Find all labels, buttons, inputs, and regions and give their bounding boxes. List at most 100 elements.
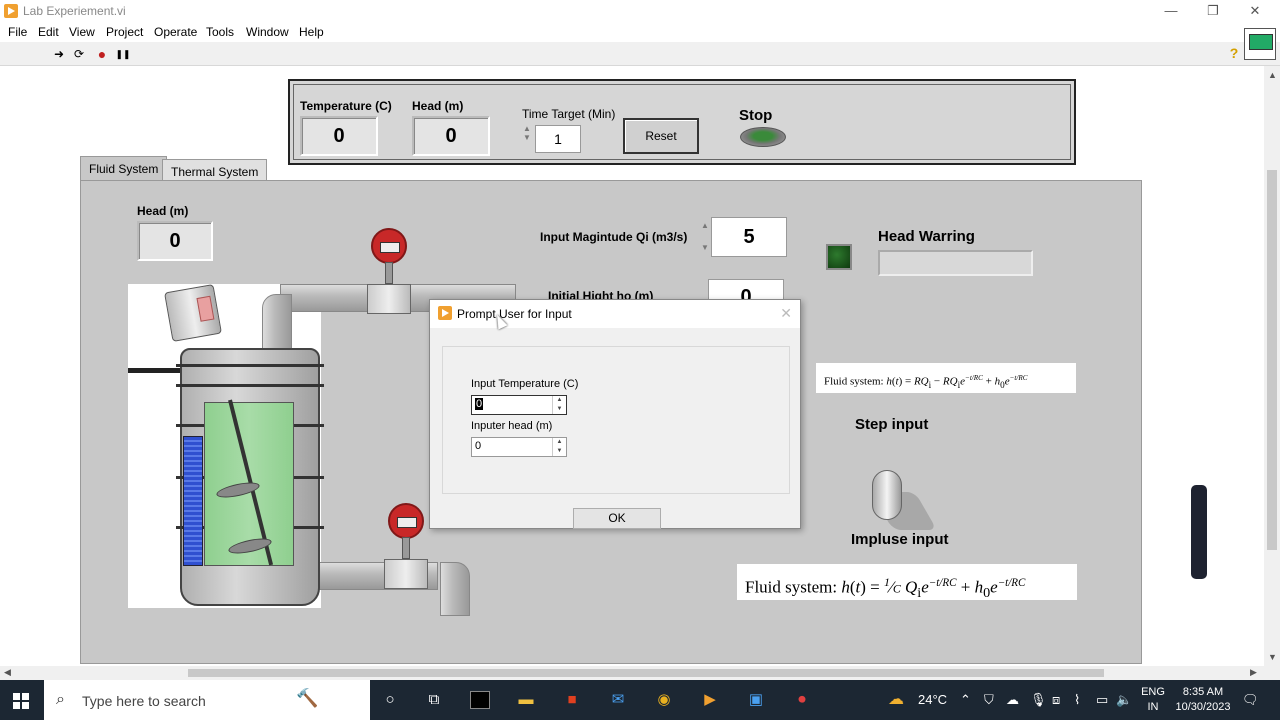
- tab-fluid-system[interactable]: Fluid System: [80, 156, 168, 180]
- search-placeholder: Type here to search: [82, 693, 206, 709]
- labview-taskbar-icon[interactable]: ▶: [700, 691, 720, 709]
- file-explorer-icon[interactable]: ▬: [516, 691, 536, 709]
- outlook-icon[interactable]: ✉: [608, 691, 628, 709]
- scroll-down-icon[interactable]: ▼: [1268, 652, 1277, 662]
- office-icon[interactable]: ■: [562, 691, 582, 709]
- notification-icon[interactable]: 🗨: [1242, 692, 1259, 708]
- labview-app-icon: [4, 4, 18, 18]
- vi-icon: [1244, 28, 1276, 60]
- tab-thermal-system[interactable]: Thermal System: [162, 159, 268, 180]
- vertical-slider[interactable]: [1191, 485, 1207, 579]
- vertical-scroll-thumb[interactable]: [1267, 170, 1277, 550]
- tank-level-gauge: [183, 436, 203, 566]
- close-button[interactable]: ✕: [1240, 2, 1270, 20]
- dialog-title: Prompt User for Input: [457, 307, 572, 321]
- taskbar-clock[interactable]: 8:35 AM 10/30/2023: [1168, 685, 1238, 715]
- head-warning-led: [826, 244, 852, 270]
- abort-execution-icon[interactable]: ●: [94, 46, 110, 62]
- time-target-spinner[interactable]: ▲ ▼: [522, 124, 532, 142]
- title-bar: Lab Experiement.vi — ❐ ✕: [0, 0, 1280, 22]
- inlet-elbow: [262, 294, 292, 350]
- outlet-elbow: [440, 562, 470, 616]
- scroll-up-icon[interactable]: ▲: [1268, 70, 1277, 80]
- menu-window[interactable]: Window: [246, 25, 289, 39]
- wifi-icon[interactable]: ⌇: [1074, 692, 1080, 708]
- toolbar: ➜ ⟳ ● ❚❚: [0, 42, 1280, 66]
- impulse-input-label: Impluse input: [851, 531, 949, 548]
- speaker-icon[interactable]: 🔈: [1116, 692, 1132, 708]
- terminal-icon[interactable]: [470, 691, 490, 709]
- time-target-label: Time Target (Min): [522, 107, 616, 121]
- input-temperature-field[interactable]: 0 ▲ ▼: [471, 395, 567, 415]
- input-magnitude-spinner[interactable]: ▲ ▼: [700, 215, 710, 259]
- inputer-head-field[interactable]: 0 ▲ ▼: [471, 437, 567, 457]
- taskbar: ⌕ Type here to search 🔨 ○ ⧉ ▬ ■ ✉ ◉ ▶ ▣ …: [0, 680, 1280, 720]
- tank-band: [176, 384, 324, 387]
- menu-file[interactable]: File: [8, 25, 27, 39]
- horizontal-scrollbar[interactable]: ◀ ▶: [0, 666, 1264, 680]
- menu-project[interactable]: Project: [106, 25, 143, 39]
- taskbar-search-box[interactable]: ⌕ Type here to search 🔨: [44, 680, 370, 720]
- step-formula: Fluid system: h(t) = RQi − RQie−t/RC + h…: [816, 363, 1076, 393]
- recorder-icon[interactable]: ⏺: [792, 691, 812, 709]
- task-view-icon[interactable]: ⧉: [424, 691, 444, 709]
- input-temperature-spinner[interactable]: ▲ ▼: [552, 396, 566, 414]
- inputer-head-label: Inputer head (m): [471, 420, 553, 432]
- menu-edit[interactable]: Edit: [38, 25, 59, 39]
- input-temperature-label: Input Temperature (C): [471, 378, 579, 390]
- vertical-scrollbar[interactable]: ▲ ▼: [1264, 66, 1280, 666]
- head-label: Head (m): [412, 99, 464, 113]
- dialog-close-icon[interactable]: ✕: [780, 305, 792, 322]
- cortana-icon[interactable]: ○: [380, 691, 400, 709]
- menu-help[interactable]: Help: [299, 25, 324, 39]
- head-warning-indicator: [878, 250, 1033, 276]
- scroll-right-icon[interactable]: ▶: [1250, 667, 1257, 678]
- prompt-user-dialog: Prompt User for Input ✕ Input Temperatur…: [429, 299, 801, 529]
- dialog-title-bar: Prompt User for Input ✕: [430, 300, 800, 328]
- microphone-icon[interactable]: 🎙: [1030, 692, 1047, 708]
- window-title: Lab Experiement.vi: [23, 4, 126, 18]
- input-type-toggle-switch[interactable]: [872, 470, 902, 520]
- input-language[interactable]: ENG IN: [1136, 685, 1170, 715]
- stop-button[interactable]: [740, 127, 786, 147]
- temperature-label: Temperature (C): [300, 99, 392, 113]
- mount-bar: [128, 368, 182, 373]
- inputer-head-spinner[interactable]: ▲ ▼: [552, 438, 566, 456]
- context-help-icon[interactable]: ?: [1226, 45, 1242, 61]
- tray-chevron-up-icon[interactable]: ⌃: [960, 692, 971, 708]
- menu-operate[interactable]: Operate: [154, 25, 197, 39]
- impulse-formula: Fluid system: h(t) = 1⁄C Qie−t/RC + h0e−…: [737, 564, 1077, 601]
- onedrive-cloud-icon[interactable]: ☁: [1006, 692, 1019, 708]
- labview-dialog-icon: [438, 306, 452, 320]
- display-icon[interactable]: ⧈: [1052, 692, 1060, 708]
- input-magnitude-label: Input Magintude Qi (m3/s): [540, 230, 688, 244]
- scroll-left-icon[interactable]: ◀: [4, 667, 11, 678]
- run-arrow-icon[interactable]: ➜: [51, 46, 67, 62]
- tray-security-icon[interactable]: ⛉: [984, 692, 994, 708]
- fluid-head-label: Head (m): [137, 204, 189, 218]
- time-target-input[interactable]: 1: [535, 125, 581, 153]
- weather-temperature[interactable]: 24°C: [918, 692, 947, 707]
- minimize-button[interactable]: —: [1156, 2, 1186, 20]
- ok-button[interactable]: OK: [573, 508, 661, 529]
- pause-icon[interactable]: ❚❚: [115, 46, 131, 62]
- menu-bar: File Edit View Project Operate Tools Win…: [0, 22, 1280, 42]
- fluid-head-indicator: 0: [137, 221, 213, 261]
- stop-label: Stop: [739, 107, 773, 124]
- battery-icon[interactable]: ▭: [1096, 692, 1108, 708]
- step-formula-prefix: Fluid system:: [824, 375, 884, 388]
- run-continuously-icon[interactable]: ⟳: [71, 46, 87, 62]
- menu-view[interactable]: View: [69, 25, 95, 39]
- temperature-indicator: 0: [300, 116, 378, 156]
- windows-start-icon[interactable]: [13, 693, 29, 709]
- motor-icon: [164, 284, 222, 342]
- store-icon[interactable]: ▣: [746, 691, 766, 709]
- chrome-icon[interactable]: ◉: [654, 691, 674, 709]
- menu-tools[interactable]: Tools: [206, 25, 234, 39]
- reset-button[interactable]: Reset: [623, 118, 699, 154]
- restore-button[interactable]: ❐: [1198, 2, 1228, 20]
- weather-icon[interactable]: ☁: [888, 689, 904, 709]
- search-icon: ⌕: [56, 691, 65, 708]
- horizontal-scroll-thumb[interactable]: [188, 669, 1104, 677]
- input-magnitude-input[interactable]: 5: [711, 217, 787, 257]
